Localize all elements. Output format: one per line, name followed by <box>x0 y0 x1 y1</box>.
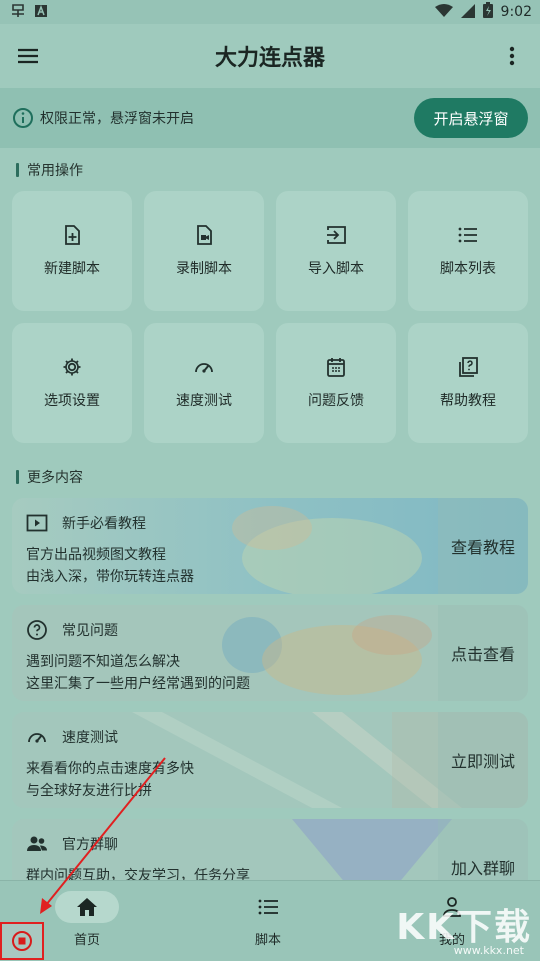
nav-scripts[interactable]: 脚本 <box>218 891 318 951</box>
card-title: 新手必看教程 <box>62 516 146 532</box>
card-title: 速度测试 <box>62 730 118 746</box>
enable-floating-window-button[interactable]: 开启悬浮窗 <box>414 98 528 138</box>
tile-feedback[interactable]: 问题反馈 <box>276 323 396 443</box>
speedometer-icon <box>195 363 213 373</box>
section-more-title: 更多内容 <box>27 470 83 486</box>
tile-label: 脚本列表 <box>440 261 496 277</box>
start-test-button[interactable]: 立即测试 <box>438 712 528 808</box>
tile-import-script[interactable]: 导入脚本 <box>276 191 396 311</box>
tile-label: 新建脚本 <box>44 261 100 277</box>
calendar-icon <box>327 358 345 377</box>
section-marker <box>16 470 19 484</box>
section-common-title: 常用操作 <box>27 163 83 179</box>
tile-help[interactable]: 帮助教程 <box>408 323 528 443</box>
notification-a-icon <box>34 4 48 20</box>
tile-speed-test[interactable]: 速度测试 <box>144 323 264 443</box>
import-icon <box>327 226 346 244</box>
speedometer-icon <box>28 733 46 743</box>
nav-label: 脚本 <box>254 933 281 948</box>
new-file-icon <box>65 225 80 245</box>
tile-label: 问题反馈 <box>308 393 364 409</box>
signal-icon <box>460 3 475 22</box>
battery-icon <box>482 2 493 22</box>
page-title: 大力连点器 <box>214 46 325 71</box>
list-icon <box>258 899 278 915</box>
watermark-url: www.kkx.net <box>453 944 524 957</box>
watermark-logo: KK下载 <box>396 907 532 948</box>
nav-home[interactable]: 首页 <box>37 891 137 951</box>
more-vertical-icon <box>509 46 515 66</box>
clock: 9:02 <box>500 4 532 20</box>
card-desc-line2: 由浅入深，带你玩转连点器 <box>26 569 194 585</box>
question-circle-icon <box>27 620 47 640</box>
card-title: 常见问题 <box>62 623 118 639</box>
menu-button[interactable] <box>0 24 56 88</box>
tile-label: 导入脚本 <box>308 261 364 277</box>
tile-label: 速度测试 <box>176 393 232 409</box>
wifi-icon <box>434 3 453 22</box>
view-faq-button[interactable]: 点击查看 <box>438 605 528 701</box>
permission-status-text: 权限正常，悬浮窗未开启 <box>40 111 194 127</box>
permission-notice: 权限正常，悬浮窗未开启 开启悬浮窗 <box>0 88 540 148</box>
status-bar: 9:02 <box>0 0 540 24</box>
card-beginner-tutorial[interactable]: 新手必看教程 官方出品视频图文教程 由浅入深，带你玩转连点器 查看教程 <box>12 498 528 594</box>
tile-script-list[interactable]: 脚本列表 <box>408 191 528 311</box>
tile-label: 录制脚本 <box>176 261 232 277</box>
help-book-icon <box>459 357 478 377</box>
card-desc-line1: 官方出品视频图文教程 <box>26 547 166 563</box>
tile-label: 选项设置 <box>44 393 100 409</box>
card-desc-line1: 遇到问题不知道怎么解决 <box>26 654 180 670</box>
home-icon <box>77 898 97 916</box>
view-tutorial-button[interactable]: 查看教程 <box>438 498 528 594</box>
card-title: 官方群聊 <box>62 837 118 853</box>
tile-record-script[interactable]: 录制脚本 <box>144 191 264 311</box>
record-file-icon <box>197 225 212 245</box>
section-marker <box>16 163 19 177</box>
hamburger-icon <box>18 48 38 64</box>
card-desc-line2: 与全球好友进行比拼 <box>26 783 152 799</box>
floating-stop-button[interactable] <box>0 922 44 960</box>
play-video-icon <box>26 514 48 532</box>
group-icon <box>27 836 47 851</box>
more-options-button[interactable] <box>494 24 530 88</box>
nav-home-indicator <box>55 891 119 923</box>
tile-new-script[interactable]: 新建脚本 <box>12 191 132 311</box>
list-icon <box>458 227 477 243</box>
app-bar: 大力连点器 <box>0 24 540 88</box>
card-desc-line1: 来看看你的点击速度有多快 <box>26 761 194 777</box>
card-faq[interactable]: 常见问题 遇到问题不知道怎么解决 这里汇集了一些用户经常遇到的问题 点击查看 <box>12 605 528 701</box>
gear-icon <box>63 358 81 376</box>
nav-label: 首页 <box>73 933 100 948</box>
card-desc-line2: 这里汇集了一些用户经常遇到的问题 <box>26 676 250 692</box>
nav-scripts-indicator <box>236 891 300 923</box>
tile-label: 帮助教程 <box>440 393 496 409</box>
stop-record-icon <box>12 931 32 951</box>
tile-settings[interactable]: 选项设置 <box>12 323 132 443</box>
card-speed-test[interactable]: 速度测试 来看看你的点击速度有多快 与全球好友进行比拼 立即测试 <box>12 712 528 808</box>
section-common: 常用操作 <box>16 160 83 180</box>
info-icon <box>13 108 33 128</box>
notification-app-icon <box>10 4 26 20</box>
section-more: 更多内容 <box>16 467 83 487</box>
